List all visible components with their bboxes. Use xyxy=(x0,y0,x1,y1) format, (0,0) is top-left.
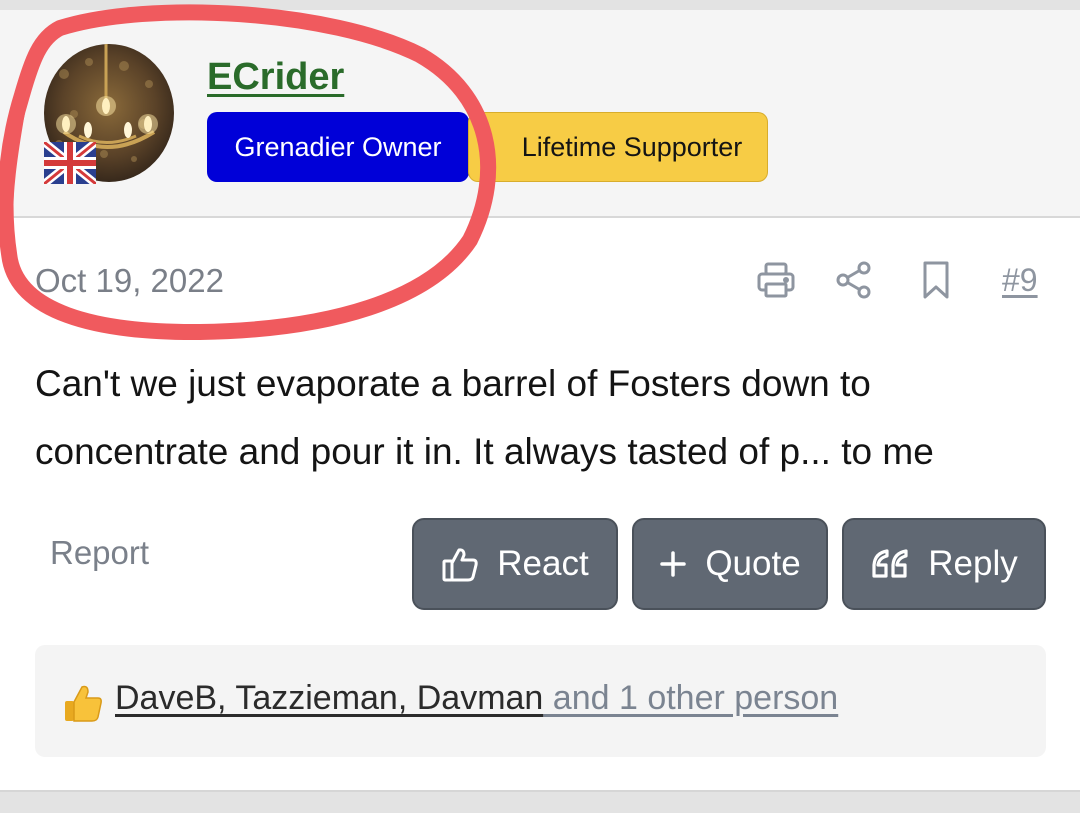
reactions-bar: DaveB, Tazzieman, Davman and 1 other per… xyxy=(35,645,1046,757)
quote-marks-icon xyxy=(870,547,910,581)
share-icon[interactable] xyxy=(834,260,874,300)
plus-icon xyxy=(659,550,687,578)
thumbs-up-icon xyxy=(441,545,479,583)
reply-button-label: Reply xyxy=(928,544,1018,583)
quote-button-label: Quote xyxy=(705,544,801,583)
reaction-users-link[interactable]: DaveB, Tazzieman, Davman xyxy=(115,679,543,717)
author-username-link[interactable]: ECrider xyxy=(207,56,344,99)
message-line: Can't we just evaporate a barrel of Fost… xyxy=(35,363,871,404)
reply-button[interactable]: Reply xyxy=(842,518,1046,610)
report-link[interactable]: Report xyxy=(50,534,149,572)
react-button-label: React xyxy=(497,544,589,583)
post-message: Can't we just evaporate a barrel of Fost… xyxy=(35,350,1045,486)
quote-button[interactable]: Quote xyxy=(632,518,828,610)
bookmark-icon[interactable] xyxy=(916,260,956,300)
post-permalink[interactable]: #9 xyxy=(1002,262,1038,299)
message-line: concentrate and pour it in. It always ta… xyxy=(35,431,934,472)
previous-post-edge xyxy=(0,0,1080,10)
reaction-summary[interactable]: DaveB, Tazzieman, Davman and 1 other per… xyxy=(115,679,838,718)
badge-lifetime-supporter: Lifetime Supporter xyxy=(468,112,768,182)
react-button[interactable]: React xyxy=(412,518,618,610)
thumbs-up-emoji-icon xyxy=(61,681,105,725)
next-post-edge xyxy=(0,790,1080,813)
post-date[interactable]: Oct 19, 2022 xyxy=(35,262,224,300)
uk-flag-icon xyxy=(41,138,99,188)
print-icon[interactable] xyxy=(756,260,796,300)
badge-grenadier-owner: Grenadier Owner xyxy=(207,112,469,182)
reaction-others-link[interactable]: and 1 other person xyxy=(543,679,838,717)
